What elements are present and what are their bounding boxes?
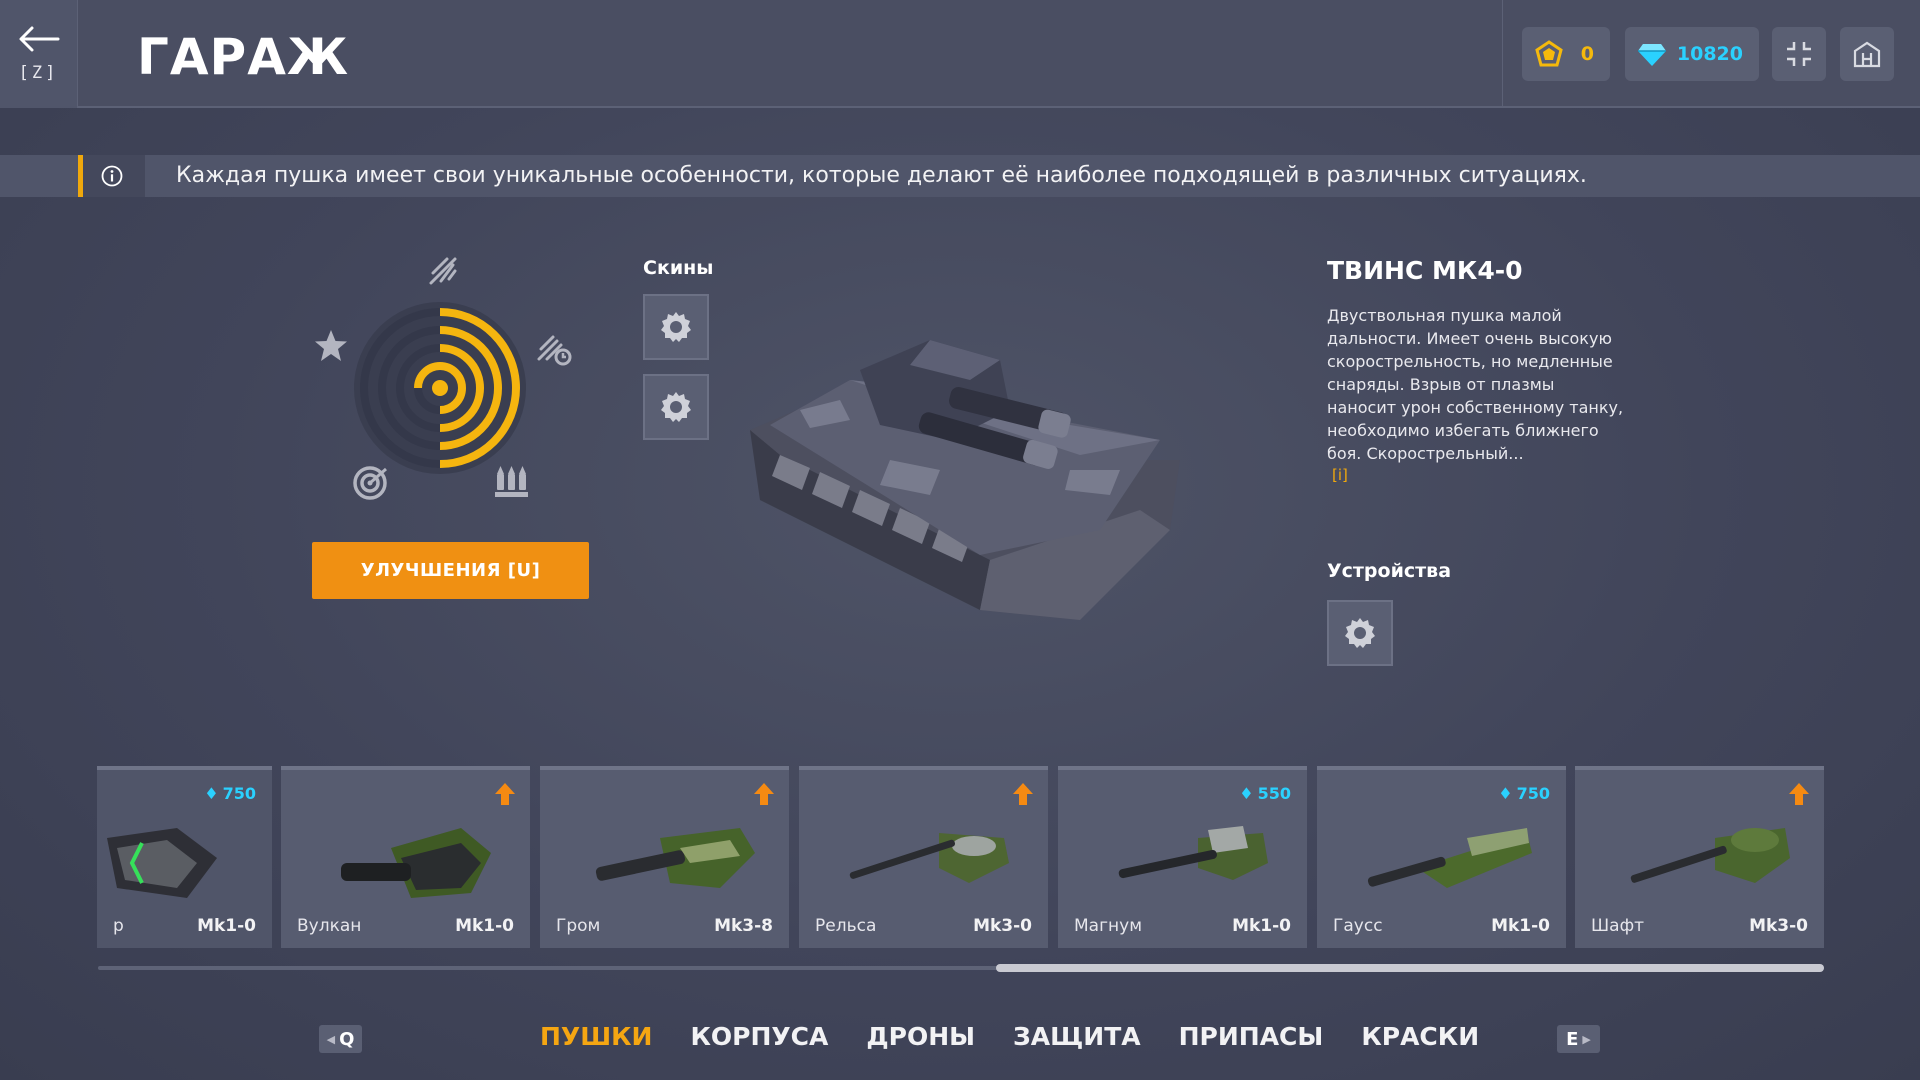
- turret-name: Вулкан: [297, 916, 362, 936]
- crystal-icon: [1535, 40, 1563, 67]
- turret-level: Mk3-0: [973, 916, 1032, 936]
- turret-card[interactable]: ♦ 750 Гаусс Mk1-0: [1317, 766, 1566, 948]
- turret-card[interactable]: Вулкан Mk1-0: [281, 766, 530, 948]
- hint-bar: Каждая пушка имеет свои уникальные особе…: [0, 155, 1920, 197]
- target-icon: [350, 463, 390, 503]
- turret-thumbnail: [341, 828, 491, 898]
- arrow-left-icon: [19, 26, 59, 52]
- turret-description: Двуствольная пушка малой дальности. Имее…: [1327, 306, 1624, 463]
- turret-level: Mk1-0: [1232, 916, 1291, 936]
- triangle-left-icon: ◀: [326, 1032, 336, 1046]
- prev-category-button[interactable]: ◀ Q: [319, 1025, 362, 1053]
- price-badge: ♦ 750: [1498, 784, 1550, 803]
- turret-level: Mk3-0: [1749, 916, 1808, 936]
- skin-slot-1[interactable]: [643, 294, 709, 360]
- tab-drones[interactable]: ДРОНЫ: [866, 1022, 975, 1051]
- price-badge: ♦ 550: [1239, 784, 1291, 803]
- devices-label: Устройства: [1327, 560, 1452, 582]
- back-hotkey: [Z]: [18, 63, 59, 83]
- turret-carousel[interactable]: ♦ 750 p Mk1-0 Вулкан Mk1-0 Гром Mk3-8 Ре…: [97, 766, 1824, 952]
- gear-icon: [661, 392, 691, 422]
- upgrade-arrow-icon: [495, 783, 515, 805]
- ammo-icon: [492, 462, 532, 502]
- gems-balance[interactable]: 10820: [1625, 27, 1759, 81]
- turret-level: Mk3-8: [714, 916, 773, 936]
- gear-icon: [1345, 618, 1375, 648]
- turret-name: Гром: [556, 916, 601, 936]
- turret-thumbnail: [595, 828, 755, 888]
- turret-thumbnail: [1118, 826, 1268, 880]
- tab-turrets[interactable]: ПУШКИ: [540, 1022, 652, 1051]
- crystals-value: 0: [1580, 43, 1594, 65]
- fullscreen-button[interactable]: [1772, 27, 1826, 81]
- turret-title: ТВИНС МК4-0: [1327, 256, 1523, 285]
- turret-level: Mk1-0: [455, 916, 514, 936]
- turret-name: Магнум: [1074, 916, 1143, 936]
- triangle-right-icon: ▶: [1582, 1032, 1591, 1046]
- fire-rate-icon: [535, 329, 575, 369]
- scrollbar-thumb[interactable]: [996, 964, 1824, 972]
- star-icon: [311, 326, 351, 366]
- next-category-button[interactable]: E ▶: [1557, 1025, 1600, 1053]
- turret-card[interactable]: Рельса Mk3-0: [799, 766, 1048, 948]
- diamond-icon: [1638, 44, 1666, 66]
- upgrades-button[interactable]: УЛУЧШЕНИЯ [U]: [312, 542, 589, 599]
- tab-protection[interactable]: ЗАЩИТА: [1013, 1022, 1141, 1051]
- hangar-button[interactable]: [1840, 27, 1894, 81]
- turret-name: Рельса: [815, 916, 877, 936]
- tab-hulls[interactable]: КОРПУСА: [690, 1022, 828, 1051]
- gems-value: 10820: [1676, 43, 1743, 65]
- turret-name: Гаусс: [1333, 916, 1383, 936]
- category-tabs: ПУШКИ КОРПУСА ДРОНЫ ЗАЩИТА ПРИПАСЫ КРАСК…: [540, 1022, 1479, 1051]
- turret-card[interactable]: ♦ 750 p Mk1-0: [97, 766, 272, 948]
- turret-thumbnail: [1367, 828, 1532, 888]
- collapse-icon: [1787, 42, 1811, 66]
- info-icon: [101, 165, 123, 187]
- turret-level: Mk1-0: [1491, 916, 1550, 936]
- tank-preview[interactable]: [740, 330, 1190, 630]
- stats-radar: [354, 302, 526, 474]
- damage-stat-icon: [423, 251, 463, 291]
- diamond-icon: ♦: [1498, 784, 1513, 803]
- back-button[interactable]: [Z]: [0, 0, 78, 108]
- turret-card[interactable]: ♦ 550 Магнум Mk1-0: [1058, 766, 1307, 948]
- tab-paints[interactable]: КРАСКИ: [1361, 1022, 1479, 1051]
- carousel-scrollbar[interactable]: [98, 964, 1824, 972]
- gear-icon: [661, 312, 691, 342]
- skin-slot-2[interactable]: [643, 374, 709, 440]
- hangar-icon: [1853, 41, 1881, 68]
- hint-text: Каждая пушка имеет свои уникальные особе…: [176, 163, 1587, 188]
- turret-card[interactable]: Гром Mk3-8: [540, 766, 789, 948]
- turret-card[interactable]: Шафт Mk3-0: [1575, 766, 1824, 948]
- price-badge: ♦ 750: [204, 784, 256, 803]
- tab-supplies[interactable]: ПРИПАСЫ: [1179, 1022, 1324, 1051]
- crystals-balance[interactable]: 0: [1522, 27, 1610, 81]
- turret-level: Mk1-0: [197, 916, 256, 936]
- prev-hotkey: Q: [339, 1028, 355, 1050]
- diamond-icon: ♦: [1239, 784, 1254, 803]
- skins-label: Скины: [643, 257, 714, 279]
- turret-thumbnail: [849, 833, 1009, 883]
- turret-name: Шафт: [1591, 916, 1645, 936]
- upgrade-arrow-icon: [754, 783, 774, 805]
- turret-name: p: [113, 916, 124, 936]
- turret-thumbnail: [107, 828, 217, 898]
- diamond-icon: ♦: [204, 784, 219, 803]
- page-title: ГАРАЖ: [137, 28, 350, 86]
- upgrade-arrow-icon: [1013, 783, 1033, 805]
- more-info-link[interactable]: [i]: [1332, 466, 1348, 484]
- device-slot[interactable]: [1327, 600, 1393, 666]
- upgrade-arrow-icon: [1789, 783, 1809, 805]
- turret-thumbnail: [1630, 828, 1790, 883]
- next-hotkey: E: [1566, 1028, 1579, 1050]
